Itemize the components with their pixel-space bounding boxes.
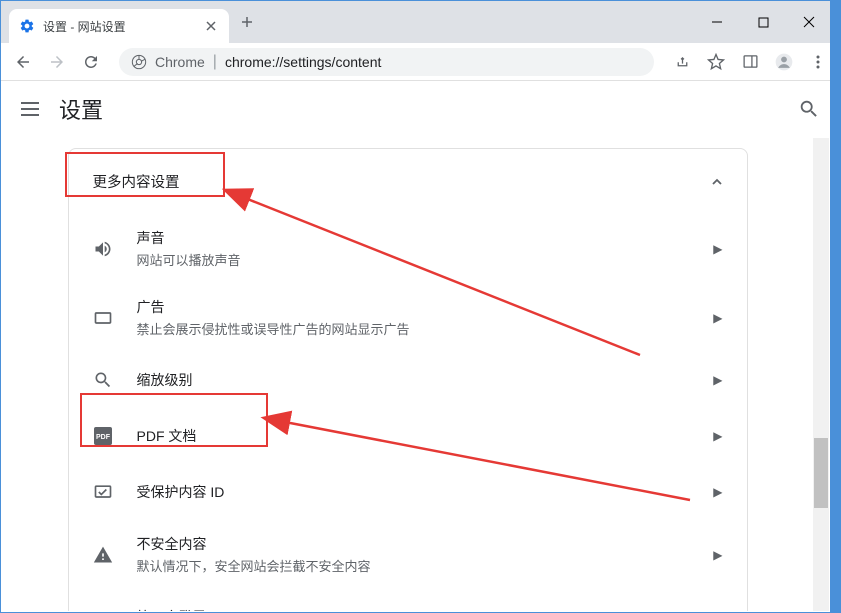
chevron-right-icon: ▶ xyxy=(713,548,722,562)
setting-row-ads[interactable]: 广告禁止会展示侵扰性或误导性广告的网站显示广告 ▶ xyxy=(69,283,747,352)
section-more-content[interactable]: 更多内容设置 xyxy=(69,149,747,214)
share-icon[interactable] xyxy=(668,48,696,76)
warning-icon xyxy=(93,545,113,565)
minimize-button[interactable] xyxy=(694,6,740,38)
setting-row-pdf[interactable]: PDF PDF 文档 ▶ xyxy=(69,408,747,464)
chevron-right-icon: ▶ xyxy=(713,485,722,499)
setting-row-insecure[interactable]: 不安全内容默认情况下，安全网站会拦截不安全内容 ▶ xyxy=(69,520,747,589)
pdf-icon: PDF xyxy=(93,426,113,446)
chevron-right-icon: ▶ xyxy=(713,242,722,256)
tab-title: 设置 - 网站设置 xyxy=(43,18,195,35)
url-chrome-label: Chrome xyxy=(155,54,205,70)
chrome-icon xyxy=(131,54,147,70)
setting-row-thirdparty[interactable]: 第三方登录 xyxy=(69,589,747,611)
url-path: chrome://settings/content xyxy=(225,54,381,70)
close-icon[interactable] xyxy=(203,18,219,34)
setting-row-zoom[interactable]: 缩放级别 ▶ xyxy=(69,352,747,408)
profile-icon[interactable] xyxy=(770,48,798,76)
search-icon[interactable] xyxy=(798,98,820,120)
close-window-button[interactable] xyxy=(786,6,832,38)
window-controls xyxy=(694,6,832,38)
chevron-right-icon: ▶ xyxy=(713,429,722,443)
browser-toolbar: Chrome | chrome://settings/content xyxy=(1,43,840,81)
volume-icon xyxy=(93,239,113,259)
new-tab-button[interactable] xyxy=(233,8,261,36)
sidepanel-icon[interactable] xyxy=(736,48,764,76)
forward-button[interactable] xyxy=(43,48,71,76)
browser-tab[interactable]: 设置 - 网站设置 xyxy=(9,9,229,43)
gear-icon xyxy=(19,18,35,34)
ad-icon xyxy=(93,308,113,328)
back-button[interactable] xyxy=(9,48,37,76)
scrollbar-thumb[interactable] xyxy=(814,438,828,508)
svg-text:PDF: PDF xyxy=(96,434,111,441)
chevron-right-icon: ▶ xyxy=(713,311,722,325)
hamburger-icon[interactable] xyxy=(21,102,39,116)
protected-icon xyxy=(93,482,113,502)
menu-icon[interactable] xyxy=(804,48,832,76)
chevron-right-icon: ▶ xyxy=(713,373,722,387)
page-title: 设置 xyxy=(59,93,103,125)
address-bar[interactable]: Chrome | chrome://settings/content xyxy=(119,48,654,76)
settings-card: 更多内容设置 声音网站可以播放声音 ▶ 广告禁止会展示侵扰性或误导性广告的网站显… xyxy=(68,148,748,611)
section-title: 更多内容设置 xyxy=(93,171,180,192)
chevron-up-icon xyxy=(711,176,723,188)
reload-button[interactable] xyxy=(77,48,105,76)
setting-row-sound[interactable]: 声音网站可以播放声音 ▶ xyxy=(69,214,747,283)
setting-row-protected[interactable]: 受保护内容 ID ▶ xyxy=(69,464,747,520)
settings-header: 设置 xyxy=(1,81,840,137)
title-bar: 设置 - 网站设置 xyxy=(1,1,840,43)
content-area: 更多内容设置 声音网站可以播放声音 ▶ 广告禁止会展示侵扰性或误导性广告的网站显… xyxy=(2,138,813,611)
bookmark-icon[interactable] xyxy=(702,48,730,76)
scrollbar[interactable] xyxy=(813,138,829,611)
maximize-button[interactable] xyxy=(740,6,786,38)
search-icon xyxy=(93,370,113,390)
